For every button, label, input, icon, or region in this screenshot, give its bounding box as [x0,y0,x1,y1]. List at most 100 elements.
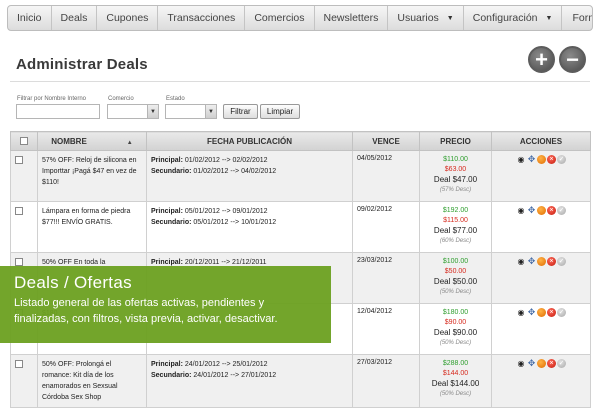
check-icon[interactable]: ✓ [557,155,566,164]
row-select-cell [10,150,38,202]
row-checkbox[interactable] [15,207,23,215]
price-original: $180.00 [442,309,469,316]
expiry-date: 23/03/2012 [352,252,420,304]
secundario-dates: Secundario: 24/01/2012 --> 27/01/2012 [151,370,348,381]
power-icon[interactable] [537,206,546,215]
check-icon[interactable]: ✓ [557,257,566,266]
price-original: $288.00 [442,360,469,367]
filter-button[interactable]: Filtrar [223,104,258,119]
page-title: Administrar Deals [16,56,148,73]
actions-cell: ◉ ✥ × ✓ [491,252,591,304]
nav-label: Comercios [254,12,305,24]
delete-icon[interactable]: × [547,359,556,368]
power-icon[interactable] [537,359,546,368]
nav-label: Cupones [106,12,149,24]
filter-estado-label: Estado [166,96,185,102]
price-discount: $90.00 [444,319,467,326]
nav-item-formularios[interactable]: Formularios▼ [562,6,592,30]
filter-comercio-select[interactable]: ▼ [107,104,159,119]
power-icon[interactable] [537,257,546,266]
deal-price: Deal $90.00 [433,328,478,337]
price-original: $110.00 [443,156,468,163]
clear-button[interactable]: Limpiar [260,104,300,119]
check-icon[interactable]: ✓ [557,206,566,215]
eye-icon[interactable]: ◉ [516,359,526,368]
column-header-precio: PRECIO [419,131,492,151]
nav-item-configuracion[interactable]: Configuración ▼ [464,6,563,30]
actions-cell: ◉ ✥ × ✓ [491,201,591,253]
nav-item-transacciones[interactable]: Transacciones [158,6,246,30]
nav-label: Deals [60,12,88,24]
publication-dates: Principal: 24/01/2012 --> 25/01/2012 Secu… [146,354,353,408]
nav-item-deals[interactable]: Deals [52,6,98,30]
power-icon[interactable] [537,155,546,164]
row-checkbox[interactable] [15,360,23,368]
principal-dates: Principal: 24/01/2012 --> 25/01/2012 [151,359,348,370]
price-discount: $63.00 [444,166,467,173]
secundario-dates: Secundario: 05/01/2012 --> 10/01/2012 [151,217,348,228]
publication-dates: Principal: 05/01/2012 --> 09/01/2012 Secu… [146,201,353,253]
principal-dates: Principal: 05/01/2012 --> 09/01/2012 [151,206,348,217]
move-icon[interactable]: ✥ [527,155,536,164]
delete-icon[interactable]: × [547,206,556,215]
move-icon[interactable]: ✥ [527,257,536,266]
sort-asc-icon[interactable]: ▲ [127,140,133,146]
deal-name: 57% OFF: Reloj de silicona en Importtar … [37,150,147,202]
table-row: Lámpara en forma de piedra $77!!! ENVÍO … [10,201,591,253]
price-cell: $192.00 $115.00 Deal $77.00 (60% Desc) [419,201,492,253]
row-checkbox[interactable] [15,156,23,164]
eye-icon[interactable]: ◉ [516,206,526,215]
column-header-vence: VENCE [352,131,420,151]
filter-name-input[interactable] [16,104,100,119]
select-all-cell [10,131,38,151]
discount-percent: (50% Desc) [439,340,472,346]
expiry-date: 04/05/2012 [352,150,420,202]
principal-label: Principal: [151,208,183,215]
check-icon[interactable]: ✓ [557,359,566,368]
price-cell: $288.00 $144.00 Deal $144.00 (50% Desc) [419,354,492,408]
delete-icon[interactable]: × [547,155,556,164]
chevron-down-icon: ▼ [147,105,158,118]
filter-estado-select[interactable]: ▼ [165,104,217,119]
filter-comercio-label: Comercio [108,96,134,102]
eye-icon[interactable]: ◉ [516,155,526,164]
power-icon[interactable] [537,308,546,317]
nav-item-cupones[interactable]: Cupones [97,6,159,30]
delete-icon[interactable]: × [547,308,556,317]
principal-label: Principal: [151,259,183,266]
column-header-nombre[interactable]: NOMBRE ▲ [37,131,147,151]
move-icon[interactable]: ✥ [527,359,536,368]
move-icon[interactable]: ✥ [527,308,536,317]
check-icon[interactable]: ✓ [557,308,566,317]
nav-label: Usuarios [397,12,439,24]
nav-item-comercios[interactable]: Comercios [245,6,315,30]
column-header-acciones: ACCIONES [491,131,591,151]
discount-percent: (50% Desc) [439,391,472,397]
publication-dates: Principal: 01/02/2012 --> 02/02/2012 Secu… [146,150,353,202]
nav-item-newsletters[interactable]: Newsletters [315,6,389,30]
secundario-range: 01/02/2012 --> 04/02/2012 [193,168,277,175]
nav-item-inicio[interactable]: Inicio [8,6,52,30]
price-original: $100.00 [442,258,469,265]
actions-cell: ◉ ✥ × ✓ [491,303,591,355]
actions-cell: ◉ ✥ × ✓ [491,150,591,202]
price-cell: $100.00 $50.00 Deal $50.00 (50% Desc) [419,252,492,304]
minus-circle-icon[interactable]: − [559,46,586,73]
price-cell: $180.00 $90.00 Deal $90.00 (50% Desc) [419,303,492,355]
price-discount: $115.00 [443,217,468,224]
principal-label: Principal: [151,157,183,164]
table-row: 57% OFF: Reloj de silicona en Importtar … [10,150,591,202]
secundario-label: Secundario: [151,219,192,226]
eye-icon[interactable]: ◉ [516,308,526,317]
row-checkbox[interactable] [15,258,23,266]
select-all-checkbox[interactable] [20,136,28,145]
move-icon[interactable]: ✥ [527,206,536,215]
discount-percent: (50% Desc) [439,289,472,295]
delete-icon[interactable]: × [547,257,556,266]
deal-price: Deal $50.00 [433,277,478,286]
expiry-date: 27/03/2012 [352,354,420,408]
nav-item-usuarios[interactable]: Usuarios ▼ [388,6,464,30]
deal-price: Deal $144.00 [431,379,480,388]
plus-circle-icon[interactable]: + [528,46,555,73]
eye-icon[interactable]: ◉ [516,257,526,266]
